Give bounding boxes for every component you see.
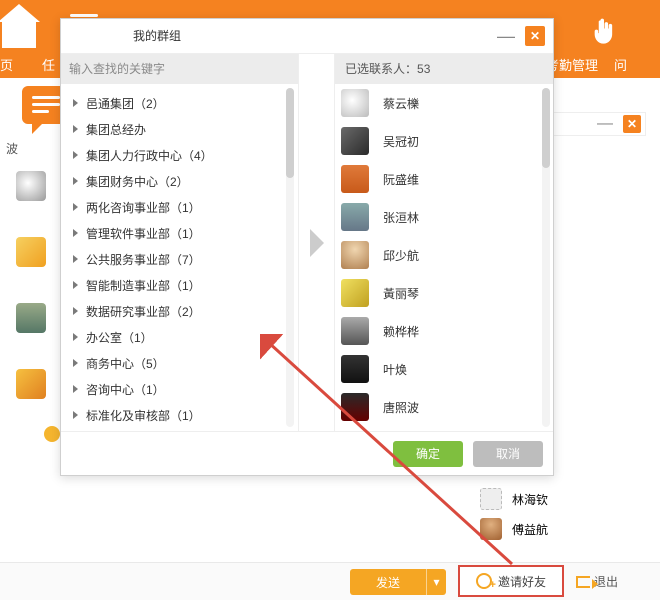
selected-contacts-panel: 已选联系人：53 蔡云櫟 吴冠初 阮盛维 张洹林 邱少航 黃丽琴 赖桦桦 叶焕 …	[335, 54, 553, 431]
scrollbar-thumb[interactable]	[286, 88, 294, 178]
tree-item[interactable]: 两化咨询事业部（1）	[61, 194, 282, 220]
send-button[interactable]: 发送	[350, 569, 426, 595]
chevron-right-icon	[73, 281, 78, 289]
chevron-right-icon	[73, 333, 78, 341]
send-dropdown-button[interactable]: ▾	[426, 569, 446, 595]
close-button[interactable]: ✕	[623, 115, 641, 133]
add-user-icon	[476, 573, 492, 589]
avatar[interactable]	[16, 237, 46, 267]
chevron-right-icon[interactable]	[310, 229, 324, 257]
dialog-title: 我的群组	[133, 29, 181, 43]
dialog-close-button[interactable]: ✕	[525, 26, 545, 46]
list-item[interactable]: 邱少航	[335, 236, 539, 274]
avatar[interactable]	[16, 171, 46, 201]
nav-task[interactable]: 任	[42, 55, 55, 74]
hand-pointer-icon	[590, 18, 618, 46]
nav-ask[interactable]: 问	[614, 55, 627, 74]
invite-friends-button[interactable]: 邀请好友	[458, 565, 564, 597]
home-icon	[2, 18, 36, 48]
invite-friends-label: 邀请好友	[498, 573, 546, 590]
selected-header: 已选联系人：53	[335, 54, 553, 84]
avatar[interactable]	[16, 369, 46, 399]
tree-item[interactable]: 集团财务中心（2）	[61, 168, 282, 194]
nav-home[interactable]: 页	[0, 55, 13, 74]
dialog-minimize-button[interactable]: —	[497, 19, 515, 53]
emoji-icon[interactable]	[44, 426, 60, 442]
chevron-right-icon	[73, 125, 78, 133]
list-item[interactable]: 阮盛维	[335, 160, 539, 198]
chevron-right-icon	[73, 99, 78, 107]
logout-button[interactable]: 退出	[576, 573, 618, 590]
dialog-footer: 确定 取消	[61, 431, 553, 475]
avatar	[341, 127, 369, 155]
side-contact-list: 林海钦 傅益航	[480, 484, 650, 544]
chevron-right-icon	[73, 411, 78, 419]
list-item[interactable]: 唐照波	[335, 388, 539, 426]
bottom-bar: 发送 ▾ 邀请好友 退出	[0, 562, 660, 600]
scrollbar-thumb[interactable]	[542, 88, 550, 168]
tree-item[interactable]: 智能制造事业部（1）	[61, 272, 282, 298]
tree-item[interactable]: 数据研究事业部（2）	[61, 298, 282, 324]
chevron-right-icon	[73, 203, 78, 211]
tree-item[interactable]: 办公室（1）	[61, 324, 282, 350]
avatar[interactable]	[16, 303, 46, 333]
chevron-right-icon	[73, 229, 78, 237]
group-tree: 邑通集团（2） 集团总经办 集团人力行政中心（4） 集团财务中心（2） 两化咨询…	[61, 84, 282, 431]
scrollbar[interactable]	[286, 88, 294, 427]
tree-item[interactable]: 研发中心（1）	[61, 428, 282, 431]
avatar	[341, 89, 369, 117]
selected-list: 蔡云櫟 吴冠初 阮盛维 张洹林 邱少航 黃丽琴 赖桦桦 叶焕 唐照波	[335, 84, 539, 431]
avatar	[341, 203, 369, 231]
tree-item[interactable]: 标准化及审核部（1）	[61, 402, 282, 428]
confirm-button[interactable]: 确定	[393, 441, 463, 467]
chevron-right-icon	[73, 255, 78, 263]
chevron-right-icon	[73, 151, 78, 159]
chevron-right-icon	[73, 177, 78, 185]
list-item[interactable]: 张洹林	[335, 198, 539, 236]
tree-item[interactable]: 咨询中心（1）	[61, 376, 282, 402]
avatar	[341, 165, 369, 193]
list-item[interactable]: 黃丽琴	[335, 274, 539, 312]
avatar	[480, 488, 502, 510]
dialog-title-bar: 我的群组 — ✕	[61, 19, 553, 53]
list-item[interactable]: 林海钦	[480, 484, 650, 514]
list-item[interactable]: 叶焕	[335, 350, 539, 388]
avatar	[341, 355, 369, 383]
tree-item[interactable]: 集团人力行政中心（4）	[61, 142, 282, 168]
avatar	[341, 393, 369, 421]
avatar	[480, 518, 502, 540]
chevron-right-icon	[73, 359, 78, 367]
tree-item[interactable]: 公共服务事业部（7）	[61, 246, 282, 272]
search-bar	[61, 54, 298, 84]
cancel-button[interactable]: 取消	[473, 441, 543, 467]
left-strip-label: 波	[6, 140, 60, 157]
tree-item[interactable]: 商务中心（5）	[61, 350, 282, 376]
selected-count: 53	[417, 62, 430, 76]
chevron-right-icon	[73, 385, 78, 393]
tree-item[interactable]: 管理软件事业部（1）	[61, 220, 282, 246]
left-contact-strip: 波	[0, 140, 60, 401]
avatar	[341, 317, 369, 345]
avatar	[341, 241, 369, 269]
avatar	[341, 279, 369, 307]
list-item[interactable]: 傅益航	[480, 514, 650, 544]
scrollbar[interactable]	[542, 88, 550, 427]
minimize-button[interactable]: —	[597, 115, 613, 133]
group-tree-panel: 邑通集团（2） 集团总经办 集团人力行政中心（4） 集团财务中心（2） 两化咨询…	[61, 54, 299, 431]
search-input[interactable]	[69, 62, 290, 76]
list-item[interactable]: 蔡云櫟	[335, 84, 539, 122]
transfer-arrow-column	[299, 54, 335, 431]
chevron-right-icon	[73, 307, 78, 315]
tree-item[interactable]: 集团总经办	[61, 116, 282, 142]
list-item[interactable]	[335, 426, 539, 431]
list-item[interactable]: 吴冠初	[335, 122, 539, 160]
logout-icon	[576, 576, 590, 588]
list-item[interactable]: 赖桦桦	[335, 312, 539, 350]
tree-item[interactable]: 邑通集团（2）	[61, 90, 282, 116]
group-picker-dialog: 我的群组 — ✕ 邑通集团（2） 集团总经办 集团人力行政中心（4） 集团财务中…	[60, 18, 554, 476]
